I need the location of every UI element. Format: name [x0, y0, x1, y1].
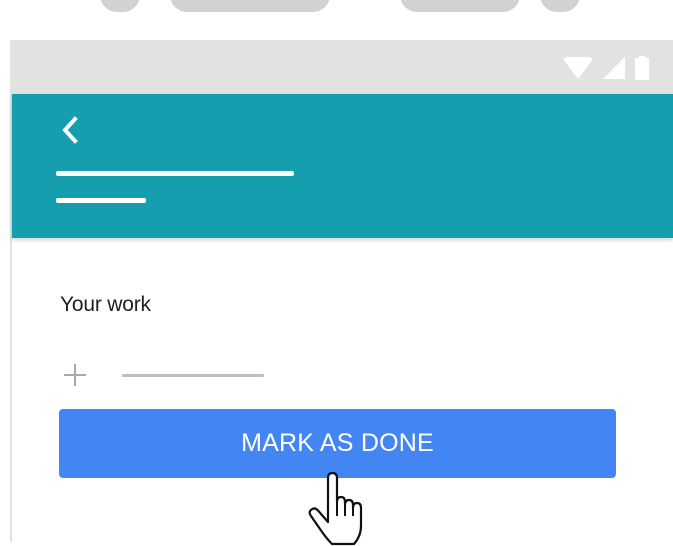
back-button[interactable] — [52, 112, 88, 148]
battery-icon — [635, 56, 649, 80]
app-bar — [12, 94, 673, 238]
chevron-left-icon — [62, 116, 78, 144]
wifi-icon — [563, 57, 593, 79]
subtitle-placeholder — [56, 198, 146, 203]
add-attachment-row — [60, 360, 280, 394]
title-placeholder — [56, 171, 294, 176]
hand-pointer-icon — [308, 472, 363, 546]
signal-icon — [603, 57, 625, 79]
phone-screen: Your work MARK AS DONE — [10, 40, 673, 546]
section-title: Your work — [60, 293, 151, 316]
cropped-caption — [0, 0, 673, 18]
plus-icon[interactable] — [60, 360, 90, 390]
status-bar — [12, 40, 673, 94]
mark-as-done-button[interactable]: MARK AS DONE — [59, 409, 616, 478]
attachment-placeholder — [122, 374, 264, 377]
status-icons — [563, 56, 649, 80]
